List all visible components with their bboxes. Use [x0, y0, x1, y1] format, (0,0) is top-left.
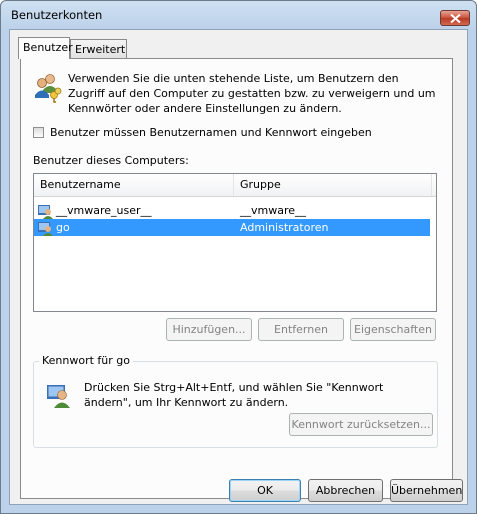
- cancel-button[interactable]: Abbrechen: [308, 479, 383, 502]
- user-accounts-keys-icon: [35, 74, 62, 103]
- tab-label: Erweitert: [75, 43, 126, 56]
- tab-panel-benutzer: Verwenden Sie die unten stehende Liste, …: [20, 58, 453, 499]
- password-groupbox: Kennwort für go Drücken Sie Strg+Alt+Ent…: [33, 354, 438, 448]
- password-group-title: Kennwort für go: [39, 354, 134, 367]
- username-cell: go: [56, 221, 70, 234]
- password-instructions: Drücken Sie Strg+Alt+Entf, und wählen Si…: [84, 381, 384, 409]
- listview-header: Benutzername Gruppe: [34, 174, 436, 197]
- user-icon: [38, 205, 53, 219]
- properties-button[interactable]: Eigenschaften: [350, 318, 436, 341]
- close-icon: [450, 14, 461, 23]
- group-cell: __vmware__: [240, 204, 307, 217]
- require-login-label[interactable]: Benutzer müssen Benutzernamen und Kennwo…: [50, 126, 372, 139]
- window-title: Benutzerkonten: [11, 8, 103, 22]
- column-header-group[interactable]: Gruppe: [234, 174, 432, 196]
- column-header-username[interactable]: Benutzername: [34, 174, 234, 196]
- tab-erweitert[interactable]: Erweitert: [70, 39, 127, 58]
- dialog-client-area: Benutzer Erweitert Verwenden Sie die unt…: [9, 29, 468, 505]
- ok-button[interactable]: OK: [229, 479, 301, 502]
- title-bar[interactable]: Benutzerkonten: [1, 1, 476, 29]
- user-icon: [38, 222, 53, 236]
- close-button[interactable]: [440, 10, 470, 26]
- group-cell: Administratoren: [240, 221, 329, 234]
- reset-password-button[interactable]: Kennwort zurücksetzen...: [289, 413, 433, 436]
- column-header-label: Benutzername: [40, 178, 121, 191]
- username-cell: __vmware_user__: [56, 204, 152, 217]
- add-user-button[interactable]: Hinzufügen...: [166, 318, 252, 341]
- tab-benutzer[interactable]: Benutzer: [18, 37, 73, 59]
- table-row[interactable]: __vmware_user__ __vmware__: [34, 202, 430, 219]
- users-list-label: Benutzer dieses Computers:: [33, 154, 189, 167]
- dialog-window: Benutzerkonten Benutzer Erweitert Verwen…: [0, 0, 477, 514]
- column-header-label: Gruppe: [240, 178, 281, 191]
- remove-user-button[interactable]: Entfernen: [258, 318, 344, 341]
- tab-label: Benutzer: [23, 41, 73, 54]
- users-listview[interactable]: Benutzername Gruppe __vmware_user__ __vm…: [33, 173, 437, 312]
- intro-text: Verwenden Sie die unten stehende Liste, …: [68, 72, 436, 115]
- table-row[interactable]: go Administratoren: [34, 219, 430, 236]
- user-password-icon: [47, 385, 70, 408]
- require-login-checkbox[interactable]: [33, 127, 44, 138]
- apply-button[interactable]: Übernehmen: [390, 479, 463, 502]
